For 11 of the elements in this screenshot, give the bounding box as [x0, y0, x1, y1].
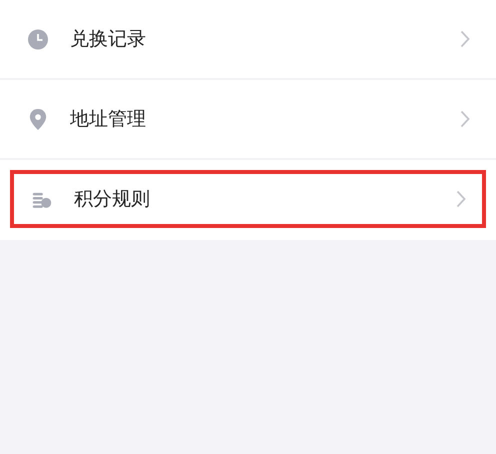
clock-icon: [28, 28, 48, 50]
location-pin-icon: [28, 108, 48, 130]
menu-item[interactable]: 积分规则: [10, 170, 486, 228]
chevron-right-icon: [460, 110, 470, 128]
menu-item[interactable]: 地址管理: [0, 80, 496, 160]
chevron-right-icon: [456, 190, 466, 208]
menu-item[interactable]: 兑换记录: [0, 0, 496, 80]
menu-label: 积分规则: [74, 187, 151, 212]
menu-label: 兑换记录: [70, 27, 147, 52]
menu-label: 地址管理: [70, 107, 147, 132]
chevron-right-icon: [460, 30, 470, 48]
